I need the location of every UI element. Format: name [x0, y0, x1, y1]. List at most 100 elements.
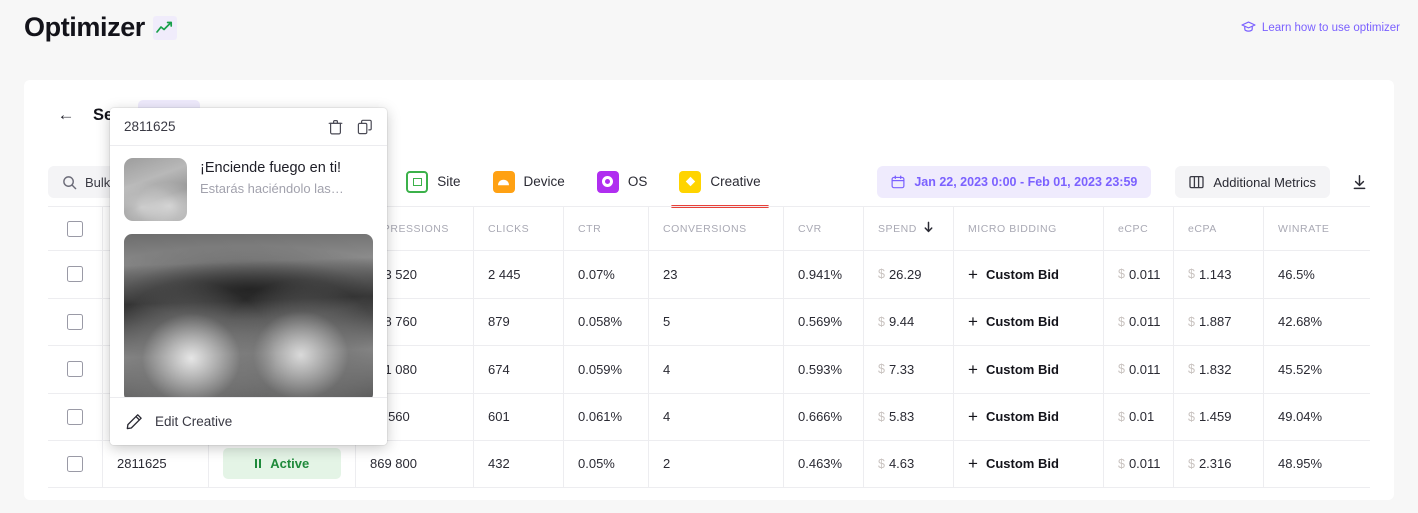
column-header-spend[interactable]: SPEND: [863, 207, 953, 250]
row-checkbox[interactable]: [48, 394, 102, 441]
custom-bid-label: Custom Bid: [985, 361, 1059, 377]
cell-clicks: 674: [473, 346, 563, 393]
select-all-checkbox[interactable]: [48, 207, 102, 250]
pencil-icon: [126, 413, 143, 430]
custom-bid-label: Custom Bid: [985, 409, 1059, 425]
learn-how-to-use-optimizer-link[interactable]: Learn how to use optimizer: [1241, 21, 1400, 34]
popup-header: 2811625: [110, 108, 387, 146]
row-checkbox[interactable]: [48, 441, 102, 487]
back-arrow-icon[interactable]: ←: [55, 104, 77, 126]
tab-label: Creative: [710, 174, 761, 189]
cell-ecpa: $1.143: [1173, 251, 1263, 298]
cell-spend: $4.63: [863, 441, 953, 487]
cell-conversions: 4: [648, 346, 783, 393]
currency-symbol: $: [878, 409, 885, 424]
os-circle-icon: [596, 170, 619, 193]
learn-link-label: Learn how to use optimizer: [1261, 21, 1400, 34]
cell-ctr: 0.058%: [563, 298, 648, 345]
currency-symbol: $: [1118, 456, 1125, 471]
custom-bid-label: Custom Bid: [985, 314, 1059, 330]
cell-ecpa-value: 1.887: [1198, 314, 1232, 330]
popup-actions: [328, 119, 373, 135]
cell-ecpc-value: 0.011: [1128, 314, 1161, 330]
creative-subtitle: Estarás haciéndolo las…: [200, 181, 344, 196]
date-range-picker[interactable]: Jan 22, 2023 0:00 - Feb 01, 2023 23:59: [877, 166, 1152, 198]
cell-conversions: 4: [648, 393, 783, 440]
cell-winrate: 42.68%: [1263, 298, 1370, 345]
currency-symbol: $: [1118, 362, 1125, 377]
cell-micro-bidding[interactable]: + Custom Bid: [953, 298, 1103, 345]
cell-micro-bidding[interactable]: + Custom Bid: [953, 346, 1103, 393]
column-header-ecpc[interactable]: eCPC: [1103, 207, 1173, 250]
tab-label: Device: [523, 174, 565, 189]
plus-icon: +: [968, 264, 978, 284]
custom-bid-label: Custom Bid: [985, 456, 1059, 472]
currency-symbol: $: [878, 362, 885, 377]
search-icon: [62, 175, 77, 190]
creative-title: ¡Enciende fuego en ti!: [200, 160, 342, 176]
checkbox-box: [67, 220, 83, 237]
column-header-clicks[interactable]: CLICKS: [473, 207, 563, 250]
row-checkbox[interactable]: [48, 299, 102, 346]
cell-cvr: 0.941%: [783, 251, 863, 298]
cell-clicks: 879: [473, 298, 563, 345]
cell-ecpc: $0.01: [1103, 393, 1173, 440]
cell-micro-bidding[interactable]: + Custom Bid: [953, 251, 1103, 298]
currency-symbol: $: [1188, 362, 1195, 377]
currency-symbol: $: [878, 456, 885, 471]
cell-spend-value: 26.29: [888, 266, 922, 282]
cell-ecpc-value: 0.011: [1128, 266, 1161, 282]
cell-spend-value: 5.83: [888, 409, 915, 425]
cell-ctr: 0.05%: [563, 441, 648, 487]
cell-micro-bidding[interactable]: + Custom Bid: [953, 393, 1103, 440]
status-badge-label: Active: [270, 456, 310, 472]
currency-symbol: $: [1188, 267, 1195, 282]
row-checkbox[interactable]: [48, 346, 102, 393]
cell-winrate: 45.52%: [1263, 346, 1370, 393]
column-header-conversions[interactable]: CONVERSIONS: [648, 207, 783, 250]
status-badge[interactable]: Active: [223, 448, 341, 480]
checkbox-box: [67, 313, 83, 330]
currency-symbol: $: [878, 314, 885, 329]
brand: Optimizer: [24, 12, 177, 43]
additional-metrics-button[interactable]: Additional Metrics: [1175, 166, 1330, 198]
cell-ecpa: $1.887: [1173, 298, 1263, 345]
download-icon[interactable]: [1348, 171, 1370, 193]
currency-symbol: $: [1188, 409, 1195, 424]
cell-clicks: 2 445: [473, 251, 563, 298]
table-row[interactable]: 2811625 Active 869 800 432 0.05% 2 0.463…: [48, 440, 1370, 488]
date-range-label: Jan 22, 2023 0:00 - Feb 01, 2023 23:59: [914, 175, 1138, 189]
tab-device[interactable]: Device: [477, 157, 581, 208]
row-checkbox[interactable]: [48, 251, 102, 298]
duplicate-icon[interactable]: [357, 119, 373, 135]
tab-os[interactable]: OS: [581, 157, 664, 208]
cell-winrate: 48.95%: [1263, 441, 1370, 487]
tab-creative[interactable]: Creative: [663, 157, 776, 208]
tab-label: OS: [627, 174, 648, 189]
column-header-cvr[interactable]: CVR: [783, 207, 863, 250]
currency-symbol: $: [1118, 409, 1125, 424]
cell-ecpa-value: 1.143: [1198, 266, 1232, 282]
cell-ecpc: $0.011: [1103, 298, 1173, 345]
graduation-cap-icon: [1241, 21, 1256, 34]
cell-ecpa: $2.316: [1173, 441, 1263, 487]
tab-site[interactable]: Site: [390, 157, 476, 208]
cell-micro-bidding[interactable]: + Custom Bid: [953, 441, 1103, 487]
cell-cvr: 0.463%: [783, 441, 863, 487]
column-header-winrate[interactable]: WINRATE: [1263, 207, 1370, 250]
cell-conversions: 23: [648, 251, 783, 298]
cell-ecpa: $1.459: [1173, 393, 1263, 440]
cell-spend: $9.44: [863, 298, 953, 345]
cell-ctr: 0.059%: [563, 346, 648, 393]
currency-symbol: $: [1188, 456, 1195, 471]
column-header-ecpa[interactable]: eCPA: [1173, 207, 1263, 250]
cell-cvr: 0.666%: [783, 393, 863, 440]
cell-spend-value: 4.63: [888, 456, 915, 472]
edit-creative-button[interactable]: Edit Creative: [110, 397, 387, 445]
column-header-ctr[interactable]: CTR: [563, 207, 648, 250]
cell-spend-value: 7.33: [888, 361, 915, 377]
popup-creative-texts: ¡Enciende fuego en ti! Estarás haciéndol…: [200, 158, 344, 196]
trash-icon[interactable]: [328, 119, 343, 135]
cell-spend: $26.29: [863, 251, 953, 298]
column-header-micro-bidding[interactable]: MICRO BIDDING: [953, 207, 1103, 250]
